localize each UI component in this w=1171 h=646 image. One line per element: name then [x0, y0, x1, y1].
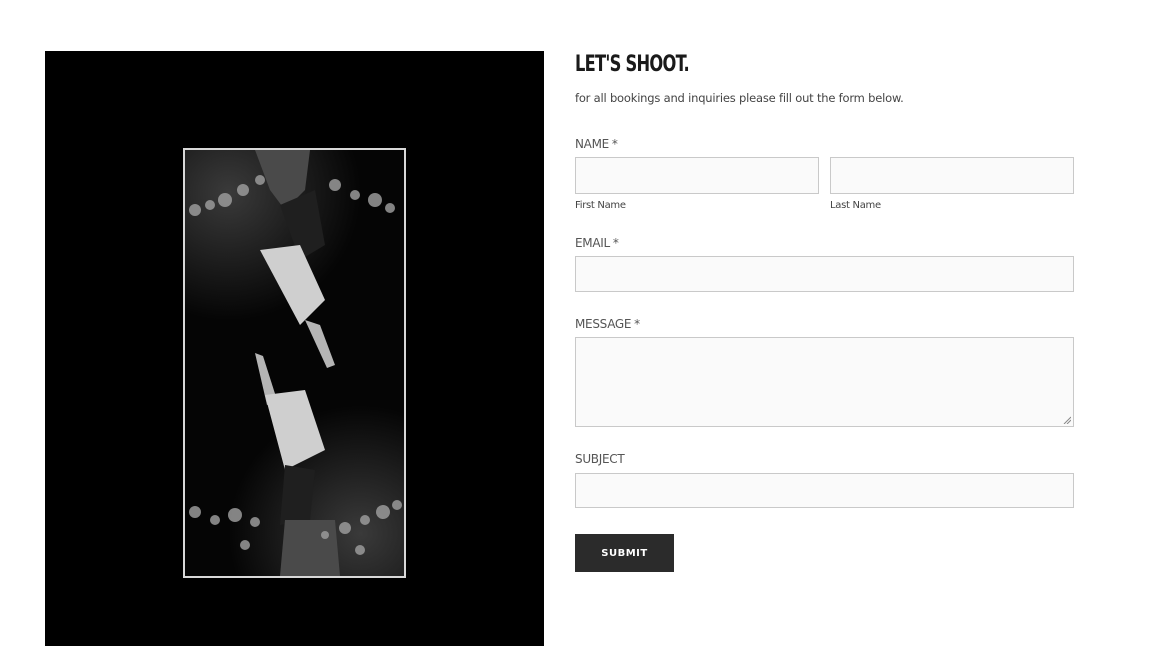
required-marker: *: [634, 317, 640, 331]
page-title: LET'S SHOOT.: [575, 52, 690, 77]
email-field-group: EMAIL *: [575, 236, 1074, 292]
message-field-group: MESSAGE *: [575, 317, 1074, 427]
required-marker: *: [612, 236, 619, 250]
email-input[interactable]: [575, 256, 1074, 292]
required-marker: *: [611, 137, 618, 151]
subject-label: SUBJECT: [575, 452, 625, 466]
photo-panel: [45, 51, 544, 646]
last-name-input[interactable]: [830, 157, 1074, 194]
last-name-sublabel: Last Name: [830, 200, 881, 211]
contact-form: LET'S SHOOT. for all bookings and inquir…: [575, 51, 1074, 572]
name-field-group: NAME * First Name Last Name: [575, 137, 1074, 211]
photo-image: [185, 150, 404, 576]
mirrored-performer-photo: [183, 148, 406, 578]
email-label: EMAIL *: [575, 236, 619, 250]
subject-field-group: SUBJECT: [575, 452, 1074, 508]
first-name-input[interactable]: [575, 157, 819, 194]
message-textarea[interactable]: [575, 337, 1074, 427]
message-label: MESSAGE *: [575, 317, 640, 331]
submit-button[interactable]: SUBMIT: [575, 534, 674, 572]
first-name-sublabel: First Name: [575, 200, 626, 211]
name-label: NAME *: [575, 137, 618, 151]
form-intro: for all bookings and inquiries please fi…: [575, 91, 904, 105]
resize-handle-icon[interactable]: [1063, 416, 1071, 424]
subject-input[interactable]: [575, 473, 1074, 508]
